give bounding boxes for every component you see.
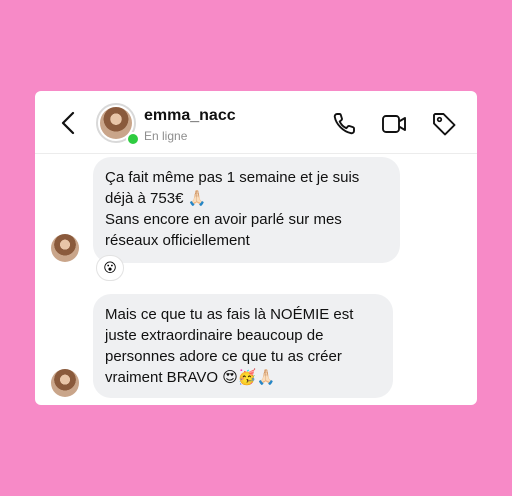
reaction-emoji: 😮: [103, 260, 117, 275]
sender-avatar[interactable]: [51, 369, 79, 397]
video-icon[interactable]: [381, 111, 407, 137]
username[interactable]: emma_nacc: [144, 107, 236, 125]
message-text: Ça fait même pas 1 semaine et je suis dé…: [105, 169, 360, 249]
online-indicator: [126, 132, 140, 146]
back-icon[interactable]: [59, 111, 79, 135]
message-reaction[interactable]: 😮: [96, 255, 124, 281]
message-bubble[interactable]: Mais ce que tu as fais là NOÉMIE est jus…: [93, 294, 393, 398]
message-text: Mais ce que tu as fais là NOÉMIE est jus…: [105, 306, 354, 386]
phone-icon[interactable]: [331, 111, 357, 137]
sender-avatar[interactable]: [51, 234, 79, 262]
chat-header: emma_nacc En ligne: [35, 91, 477, 154]
tag-icon[interactable]: [431, 111, 457, 137]
chat-card: emma_nacc En ligne Ça fait même pas 1 se…: [35, 91, 477, 405]
message-bubble[interactable]: Ça fait même pas 1 semaine et je suis dé…: [93, 157, 400, 263]
online-status: En ligne: [144, 129, 188, 143]
profile-avatar[interactable]: [96, 103, 140, 146]
